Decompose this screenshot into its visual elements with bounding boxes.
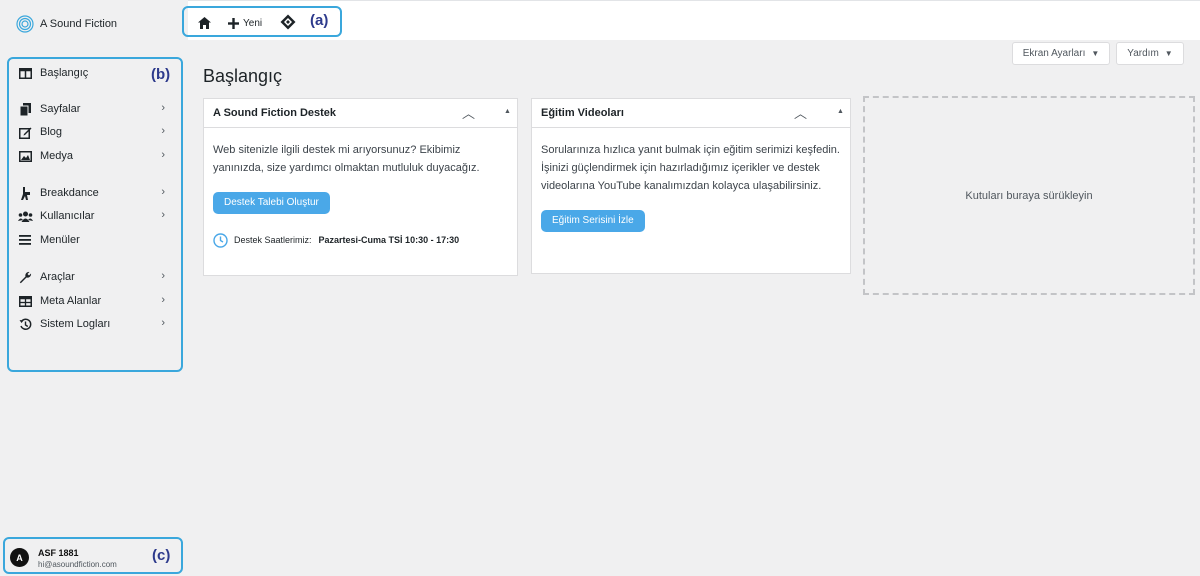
sidebar-item-label: Medya [40, 150, 74, 162]
create-ticket-button[interactable]: Destek Talebi Oluştur [213, 192, 330, 214]
chevron-right-icon: › [161, 149, 165, 161]
sidebar-item-menuler[interactable]: Menüler [17, 230, 169, 250]
chevron-right-icon: › [161, 294, 165, 306]
table-icon [17, 294, 33, 308]
pages-icon [17, 102, 33, 116]
support-text: Web sitenizle ilgili destek mi arıyorsun… [213, 144, 480, 174]
move-up-icon[interactable]: ▲ [837, 108, 844, 115]
watch-series-button[interactable]: Eğitim Serisini İzle [541, 210, 645, 232]
chevron-right-icon: › [161, 317, 165, 329]
annotation-a: (a) [310, 12, 329, 29]
diamond-icon[interactable] [280, 14, 296, 30]
home-icon[interactable] [198, 16, 211, 30]
screen-options-button[interactable]: Ekran Ayarları ▼ [1012, 42, 1110, 65]
caret-down-icon: ▼ [1091, 49, 1100, 58]
move-up-icon[interactable]: ▲ [504, 108, 511, 115]
card-header: A Sound Fiction Destek ︿ ▲ [204, 99, 517, 128]
wrench-icon [17, 270, 33, 284]
sidebar-item-breakdance[interactable]: Breakdance › [17, 183, 169, 203]
page-title: Başlangıç [203, 66, 283, 86]
card-body: Web sitenizle ilgili destek mi arıyorsun… [204, 128, 517, 249]
sidebar-item-medya[interactable]: Medya › [17, 146, 169, 166]
sidebar-item-label: Meta Alanlar [40, 295, 102, 307]
help-label: Yardım [1127, 48, 1159, 59]
help-button[interactable]: Yardım ▼ [1116, 42, 1184, 65]
chevron-right-icon: › [161, 209, 165, 221]
dashboard-icon [17, 66, 33, 80]
user-profile[interactable]: A ASF 1881 hi@asoundfiction.com (c) [3, 537, 183, 574]
sidebar-item-kullanicilar[interactable]: Kullanıcılar › [17, 206, 169, 226]
brand[interactable]: A Sound Fiction [16, 14, 117, 34]
chevron-right-icon: › [161, 186, 165, 198]
avatar: A [10, 548, 29, 567]
sidebar-item-label: Kullanıcılar [40, 210, 95, 222]
media-icon [17, 149, 33, 163]
main-content: Ekran Ayarları ▼ Yardım ▼ Başlangıç A So… [188, 40, 1200, 576]
sidebar-item-label: Breakdance [40, 187, 99, 199]
brand-logo-icon [16, 15, 34, 33]
plus-icon [228, 17, 239, 29]
brand-name: A Sound Fiction [40, 18, 118, 30]
card-title: Eğitim Videoları [541, 107, 624, 119]
top-toolbar: Yeni (a) [182, 6, 342, 37]
hours-value: Pazartesi-Cuma TSİ 10:30 - 17:30 [318, 235, 460, 245]
screen-options-label: Ekran Ayarları [1022, 48, 1086, 59]
sidebar-item-sayfalar[interactable]: Sayfalar › [17, 99, 169, 119]
new-button[interactable]: Yeni [228, 16, 262, 30]
sidebar: A Sound Fiction (b) Başlangıç Sayfalar ›… [0, 0, 188, 576]
new-label: Yeni [243, 17, 263, 29]
sidebar-item-blog[interactable]: Blog › [17, 122, 169, 142]
user-email: hi@asoundfiction.com [38, 560, 117, 569]
sidebar-item-label: Araçlar [40, 271, 75, 283]
sidebar-item-label: Menüler [40, 234, 80, 246]
sidebar-item-label: Başlangıç [40, 67, 89, 79]
user-name: ASF 1881 [38, 548, 79, 558]
drop-zone-text: Kutuları buraya sürükleyin [965, 189, 1093, 202]
card-title: A Sound Fiction Destek [213, 107, 337, 119]
clock-icon [213, 232, 228, 248]
annotation-c: (c) [152, 547, 171, 564]
caret-down-icon: ▼ [1164, 49, 1173, 58]
drop-zone[interactable]: Kutuları buraya sürükleyin [863, 96, 1195, 295]
edit-icon [17, 125, 33, 139]
menu-icon [17, 233, 33, 247]
sidebar-item-label: Sayfalar [40, 103, 81, 115]
chevron-right-icon: › [161, 125, 165, 137]
chevron-right-icon: › [161, 270, 165, 282]
sidebar-item-label: Blog [40, 126, 63, 138]
hours-label: Destek Saatlerimiz: [234, 235, 312, 245]
sidebar-item-baslangic[interactable]: Başlangıç [17, 63, 169, 83]
support-card: A Sound Fiction Destek ︿ ▲ Web sitenizle… [203, 98, 518, 276]
sidebar-item-sistem-loglari[interactable]: Sistem Logları › [17, 314, 169, 334]
collapse-icon[interactable]: ︿ [794, 103, 807, 122]
history-icon [17, 317, 33, 331]
sidebar-item-label: Sistem Logları [40, 318, 111, 330]
collapse-icon[interactable]: ︿ [462, 103, 475, 122]
chevron-right-icon: › [161, 102, 165, 114]
card-header: Eğitim Videoları ︿ ▲ [532, 99, 850, 128]
videos-text: Sorularınıza hızlıca yanıt bulmak için e… [541, 144, 840, 192]
sidebar-item-meta-alanlar[interactable]: Meta Alanlar › [17, 291, 169, 311]
card-body: Sorularınıza hızlıca yanıt bulmak için e… [532, 128, 850, 232]
sidebar-item-araclar[interactable]: Araçlar › [17, 267, 169, 287]
breakdance-icon [17, 186, 33, 200]
videos-card: Eğitim Videoları ︿ ▲ Sorularınıza hızlıc… [531, 98, 851, 274]
users-icon [17, 209, 33, 223]
top-bar: Yeni (a) [182, 0, 1200, 40]
support-hours: Destek Saatlerimiz: Pazartesi-Cuma TSİ 1… [213, 231, 508, 249]
